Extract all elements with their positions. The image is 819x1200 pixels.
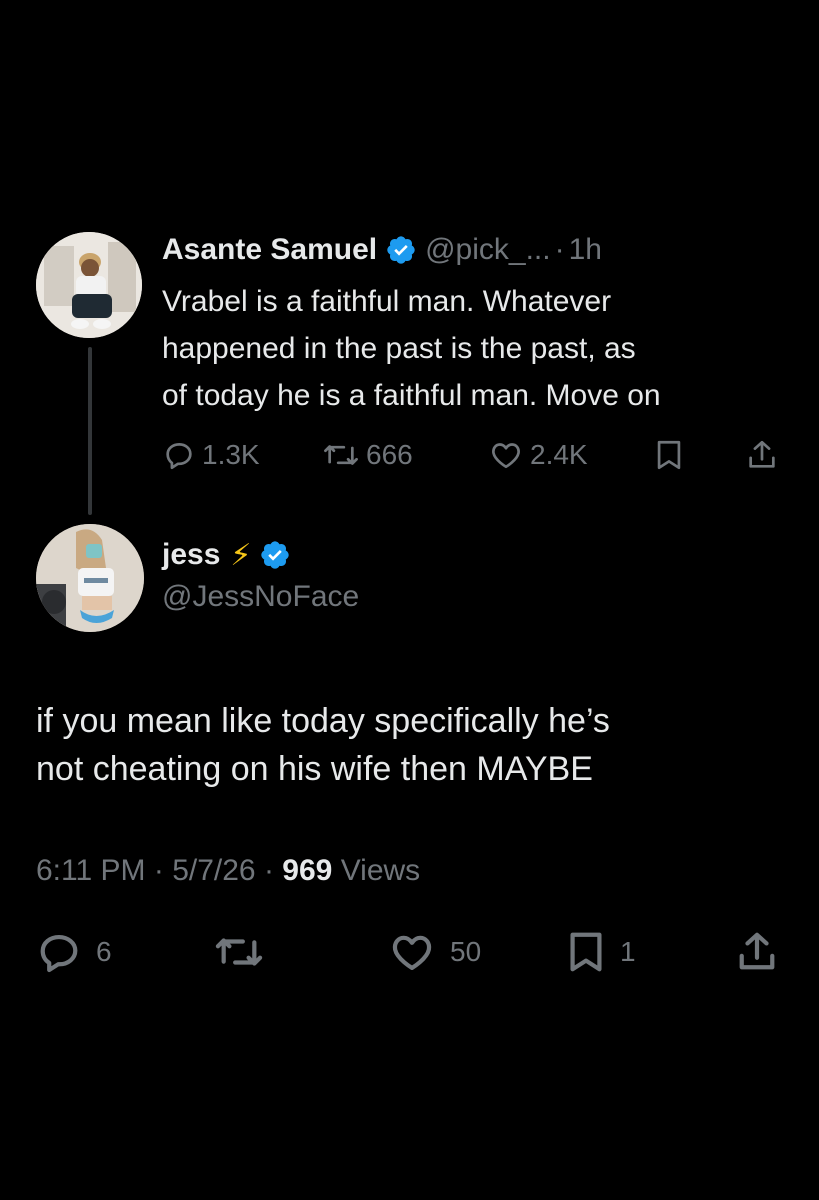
retweet-button[interactable]: 666 [322,430,413,480]
like-button[interactable]: 2.4K [488,430,588,480]
heart-icon [492,443,520,469]
bookmark-icon [570,932,602,972]
heart-icon [392,935,432,971]
reply-count: 1.3K [202,439,260,470]
thread-connector-line [88,347,92,515]
reply-icon [166,443,192,470]
reply-icon [40,934,78,973]
bookmark-icon [657,440,681,470]
like-count: 2.4K [530,439,588,470]
like-count: 50 [450,936,482,967]
main-tweet-header: jess ⚡ [162,532,291,578]
parent-tweet-header: Asante Samuel @pick_... · 1h [162,226,602,274]
avatar-photo [36,232,142,338]
retweet-button[interactable] [214,925,264,979]
author-handle[interactable]: @JessNoFace [162,580,359,614]
tweet-timestamp[interactable]: 1h [569,233,602,267]
verified-badge-icon[interactable] [259,539,291,571]
share-button[interactable] [736,925,778,979]
like-button[interactable]: 50 [388,925,481,979]
share-icon [739,932,775,970]
reply-button[interactable]: 6 [36,925,112,979]
avatar-photo [36,524,144,632]
views-label[interactable]: Views [341,854,420,887]
separator-dot: · [263,854,274,887]
bookmark-button[interactable]: 1 [566,925,636,979]
main-tweet-text: if you mean like today specifically he’s… [36,702,610,788]
reply-button[interactable]: 1.3K [162,430,260,480]
lightning-emoji: ⚡ [230,538,252,572]
views-count: 969 [282,854,333,887]
tweet-date[interactable]: 5/7/26 [172,854,255,887]
tweet-time[interactable]: 6:11 PM [36,854,146,887]
bookmark-count: 1 [620,936,636,967]
avatar-asante-samuel[interactable] [36,232,142,338]
main-tweet-actions: 6 50 1 [36,925,786,979]
retweet-icon [324,445,358,465]
author-name[interactable]: jess [162,538,220,572]
parent-tweet-actions: 1.3K 666 2.4K [162,430,782,480]
separator-dot: · [554,233,565,266]
reply-count: 6 [96,936,112,967]
retweet-count: 666 [366,439,413,470]
share-icon [749,440,775,468]
avatar-jess[interactable] [36,524,144,632]
author-name[interactable]: Asante Samuel [162,233,377,267]
retweet-icon [215,938,263,966]
verified-badge-icon[interactable] [385,234,417,266]
bookmark-button[interactable] [654,430,684,480]
share-button[interactable] [746,430,778,480]
separator-dot: · [153,854,164,887]
parent-tweet-text: Vrabel is a faithful man. Whatever happe… [162,285,661,412]
author-handle[interactable]: @pick_... [425,233,551,267]
tweet-metadata: 6:11 PM · 5/7/26 · 969 Views [36,854,420,888]
